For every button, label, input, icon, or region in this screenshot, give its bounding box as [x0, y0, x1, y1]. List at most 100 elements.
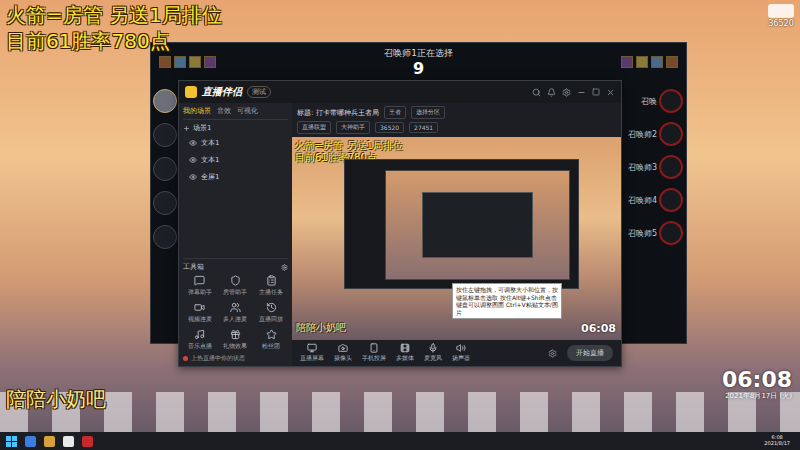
tool-button[interactable]: 粉丝团 — [254, 329, 288, 351]
ally-avatar[interactable] — [153, 191, 177, 215]
maximize-icon[interactable] — [592, 88, 600, 96]
scene-row[interactable]: 场景1 — [183, 123, 288, 133]
main-panel: 标题: 打卡带哪种兵王者局王者选择分区直播联盟大神助手3652027451火箭=… — [292, 103, 621, 366]
tool-button[interactable]: 房管助手 — [219, 275, 253, 297]
scene-tab[interactable]: 音效 — [217, 106, 231, 116]
stream-logo: 36520 — [768, 4, 794, 28]
bottom-toolbar: 直播屏幕 摄像头手机投屏 多媒体麦克风扬声器 开始直播 — [292, 340, 621, 366]
tool-label: 视频连麦 — [188, 315, 212, 324]
toolbar-button[interactable]: 直播屏幕 — [300, 343, 324, 363]
toolbar-button[interactable]: 麦克风 — [424, 343, 442, 363]
app-icon[interactable] — [63, 436, 74, 447]
eye-icon[interactable] — [189, 156, 197, 164]
tool-button[interactable]: 多人连麦 — [219, 302, 253, 324]
champion-icon — [174, 56, 186, 68]
tool-button[interactable]: 视频连麦 — [183, 302, 217, 324]
summoner-avatar — [659, 188, 683, 212]
enemy-slot: 召唤师2 — [622, 122, 686, 146]
tool-button[interactable]: 音乐点播 — [183, 329, 217, 351]
tray-clock[interactable]: 6:082021/8/17 — [764, 435, 794, 447]
start-live-button[interactable]: 开始直播 — [567, 345, 613, 361]
toolbar-button[interactable]: 多媒体 — [396, 343, 414, 363]
app-logo-icon — [185, 86, 197, 98]
summoner-name: 召唤师3 — [628, 162, 657, 173]
tool-icon — [230, 302, 241, 313]
champ-select-header: 召唤师1正在选择9 — [151, 43, 686, 81]
tool-icon — [266, 302, 277, 313]
overlay-text: 火箭=房管 另送1局排位 — [6, 4, 222, 27]
ally-avatar[interactable] — [153, 123, 177, 147]
tool-label: 音乐点播 — [188, 342, 212, 351]
source-item[interactable]: 文本1 — [183, 136, 288, 150]
gear-icon[interactable] — [281, 264, 288, 271]
tool-button[interactable]: 主播任务 — [254, 275, 288, 297]
desktop: 火箭=房管 另送1局排位目前61胜率780点36520召唤师1正在选择9召唤召唤… — [0, 0, 800, 432]
ban-row — [159, 56, 239, 68]
source-item[interactable]: 全屏1 — [183, 170, 288, 184]
tool-label: 多人连麦 — [223, 315, 247, 324]
windows-icon[interactable] — [6, 436, 17, 447]
tool-button[interactable]: 直播回放 — [254, 302, 288, 324]
source-item[interactable]: 文本1 — [183, 153, 288, 167]
ally-list — [151, 87, 179, 337]
toolbar-icon — [428, 343, 438, 353]
toolbar-button[interactable]: 摄像头 — [334, 343, 352, 363]
app-icon[interactable] — [82, 436, 93, 447]
timer: 9 — [413, 60, 424, 78]
notice-dot — [183, 356, 188, 361]
champion-icon — [666, 56, 678, 68]
meta-chip: 36520 — [375, 122, 404, 133]
eye-icon[interactable] — [189, 139, 197, 147]
summoner-avatar — [659, 89, 683, 113]
toolbox-header: 工具箱 — [183, 258, 288, 272]
meta-chip: 直播联盟 — [297, 121, 331, 134]
tool-icon — [194, 329, 205, 340]
ally-avatar[interactable] — [153, 89, 177, 113]
preview-time: 06:08 — [581, 322, 616, 335]
summoner-avatar — [659, 122, 683, 146]
plus-icon[interactable] — [183, 125, 190, 132]
minimize-icon[interactable] — [577, 88, 586, 97]
close-icon[interactable] — [606, 88, 615, 97]
eye-icon[interactable] — [189, 173, 197, 181]
scene-tabs: 我的场景音效可视化 — [183, 106, 288, 120]
tool-label: 直播回放 — [259, 315, 283, 324]
toolbar-label: 直播屏幕 — [300, 354, 324, 363]
area-field[interactable]: 选择分区 — [411, 106, 445, 119]
overlay-text: 目前61胜率780点 — [6, 30, 170, 53]
info-row: 标题: 打卡带哪种兵王者局王者选择分区 — [297, 106, 616, 119]
nested-preview — [344, 159, 579, 289]
app-title: 直播伴侣 — [202, 85, 242, 99]
ally-avatar[interactable] — [153, 225, 177, 249]
scene-tab[interactable]: 可视化 — [237, 106, 258, 116]
taskbar: 6:082021/8/17 — [0, 432, 800, 450]
gear-icon[interactable] — [562, 88, 571, 97]
gear-icon[interactable] — [548, 349, 557, 358]
summoner-name: 召唤师5 — [628, 228, 657, 239]
toolbar-label: 手机投屏 — [362, 354, 386, 363]
champion-icon — [189, 56, 201, 68]
enemy-slot: 召唤师3 — [622, 155, 686, 179]
tool-icon — [230, 329, 241, 340]
companion-body: 我的场景音效可视化场景1 文本1 文本1 全屏1 工具箱弹幕助手房管助手主播任务视频连麦… — [179, 103, 621, 366]
toolbar-button[interactable]: 扬声器 — [452, 343, 470, 363]
tool-button[interactable]: 礼物效果 — [219, 329, 253, 351]
stream-title[interactable]: 标题: 打卡带哪种兵王者局 — [297, 108, 379, 118]
live-companion-window: 直播伴侣测试我的场景音效可视化场景1文本1文本1全屏1工具箱弹幕助手房管助手主播… — [178, 80, 622, 367]
tool-button[interactable]: 弹幕助手 — [183, 275, 217, 297]
category-field[interactable]: 王者 — [384, 106, 406, 119]
ally-avatar[interactable] — [153, 157, 177, 181]
scene-tab[interactable]: 我的场景 — [183, 106, 211, 116]
preview[interactable]: 火箭=房管 另送1局排位目前61胜率780点按住左键拖拽，可调整大小和位置，按键… — [292, 137, 621, 340]
app-icon[interactable] — [25, 436, 36, 447]
bell-icon[interactable] — [547, 88, 556, 97]
enemy-slot: 召唤师5 — [622, 221, 686, 245]
toolbox-grid: 弹幕助手房管助手主播任务视频连麦 多人连麦 直播回放音乐点播礼物效果粉丝团 — [183, 275, 288, 351]
toolbar-button[interactable]: 手机投屏 — [362, 343, 386, 363]
toolbar-icon — [369, 343, 379, 353]
overlay-footer-text: 陪陪小奶吧 — [6, 386, 106, 413]
clock-date: 2021年8月17日 (火) — [725, 392, 792, 400]
enemy-list: 召唤召唤师2召唤师3召唤师4召唤师5 — [622, 87, 686, 337]
search-icon[interactable] — [532, 88, 541, 97]
app-icon[interactable] — [44, 436, 55, 447]
